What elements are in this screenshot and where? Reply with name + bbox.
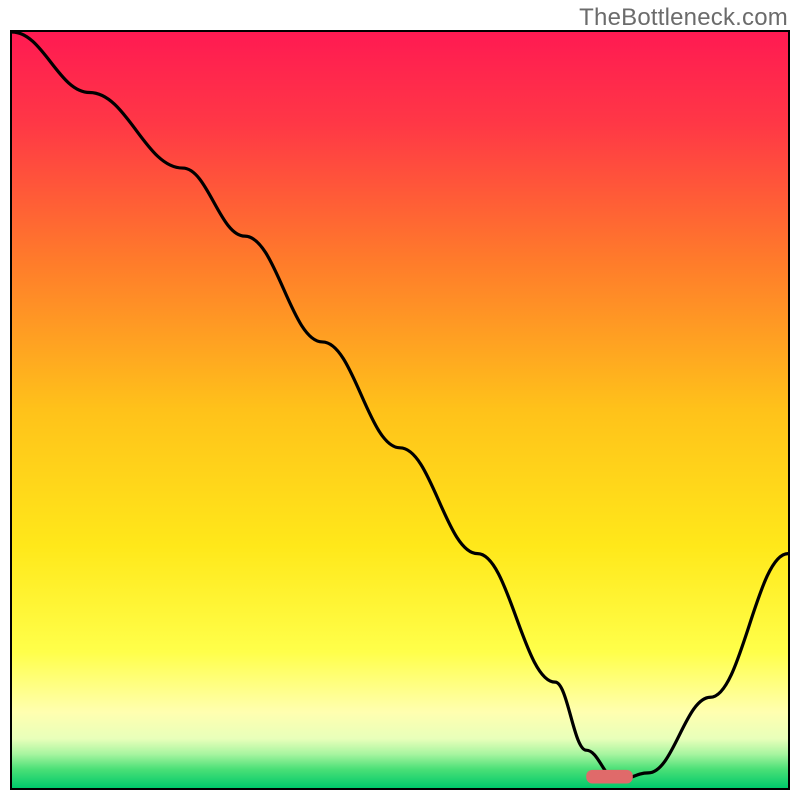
watermark-text: TheBottleneck.com — [579, 4, 788, 32]
optimal-marker — [12, 32, 788, 788]
chart-frame — [10, 30, 790, 790]
